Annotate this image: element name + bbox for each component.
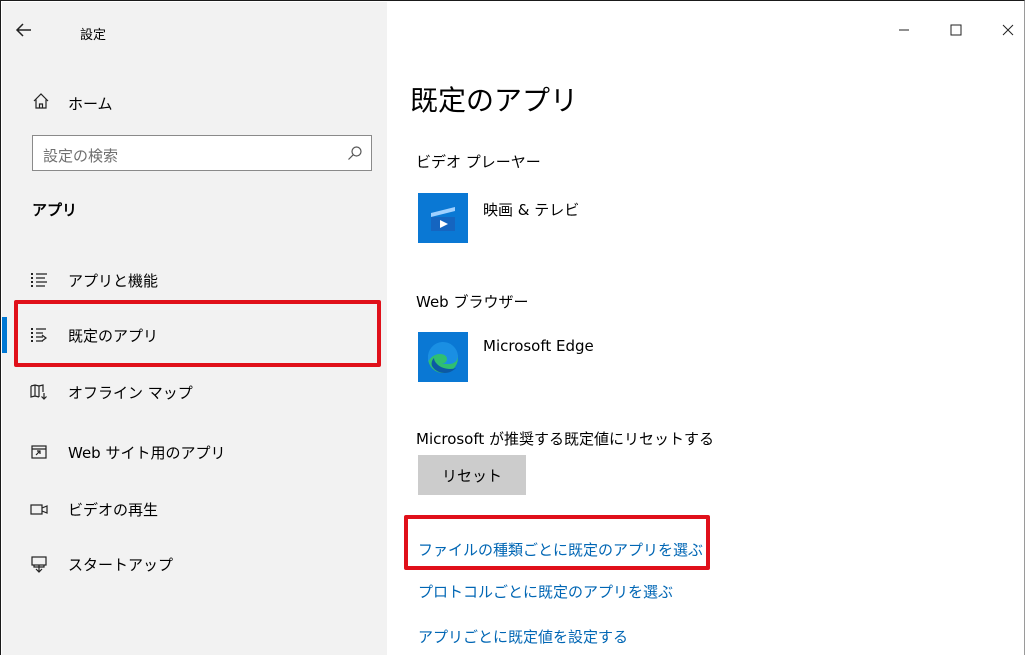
browser-header: Web ブラウザー xyxy=(416,293,529,311)
search-placeholder: 設定の検索 xyxy=(43,147,119,165)
back-arrow-icon[interactable] xyxy=(14,20,40,46)
sidebar-item-offline-maps[interactable]: オフライン マップ xyxy=(2,370,387,414)
sidebar-item-default-apps[interactable]: 既定のアプリ xyxy=(2,313,387,357)
sidebar-item-startup[interactable]: スタートアップ xyxy=(2,542,387,586)
settings-window: 設定 ホーム 設定の検索 アプリ アプリと機能 既定のアプリ オフライン マップ… xyxy=(0,0,1025,655)
movies-tv-app-tile[interactable] xyxy=(418,193,468,243)
home-icon xyxy=(32,92,50,110)
sidebar-item-website-apps[interactable]: Web サイト用のアプリ xyxy=(2,430,387,474)
choose-by-protocol-link[interactable]: プロトコルごとに既定のアプリを選ぶ xyxy=(418,581,673,602)
video-player-header: ビデオ プレーヤー xyxy=(416,153,541,171)
window-title: 設定 xyxy=(80,28,107,43)
sidebar-item-label: スタートアップ xyxy=(68,556,174,574)
sidebar: 設定 ホーム 設定の検索 アプリ アプリと機能 既定のアプリ オフライン マップ… xyxy=(2,2,387,655)
search-input[interactable]: 設定の検索 xyxy=(32,135,372,171)
movies-tv-label[interactable]: 映画 & テレビ xyxy=(483,199,579,220)
sidebar-item-apps-features[interactable]: アプリと機能 xyxy=(2,258,387,302)
sidebar-item-home[interactable]: ホーム xyxy=(2,82,387,122)
maximize-button[interactable] xyxy=(941,15,971,45)
selection-indicator xyxy=(2,317,7,353)
sidebar-item-label: 既定のアプリ xyxy=(68,327,159,345)
sidebar-item-label: Web サイト用のアプリ xyxy=(68,444,226,462)
minimize-button[interactable] xyxy=(889,15,919,45)
sidebar-item-video-playback[interactable]: ビデオの再生 xyxy=(2,487,387,531)
edge-app-tile[interactable] xyxy=(418,332,468,382)
sidebar-item-label: アプリと機能 xyxy=(68,272,159,290)
edge-label[interactable]: Microsoft Edge xyxy=(483,337,594,355)
search-icon xyxy=(347,145,363,161)
home-label: ホーム xyxy=(68,95,113,113)
section-header-apps: アプリ xyxy=(32,201,78,219)
page-title: 既定のアプリ xyxy=(410,84,579,117)
sidebar-item-label: ビデオの再生 xyxy=(68,501,159,519)
choose-by-file-type-link[interactable]: ファイルの種類ごとに既定のアプリを選ぶ xyxy=(418,539,703,560)
list-default-icon xyxy=(30,326,48,344)
open-external-icon xyxy=(30,443,48,461)
video-icon xyxy=(30,500,48,518)
reset-button[interactable]: リセット xyxy=(418,455,526,495)
sidebar-item-label: オフライン マップ xyxy=(68,384,193,402)
close-button[interactable] xyxy=(993,15,1023,45)
edge-icon xyxy=(418,332,468,382)
monitor-startup-icon xyxy=(30,555,48,573)
map-download-icon xyxy=(30,383,48,401)
movies-tv-icon xyxy=(418,193,468,243)
reset-description: Microsoft が推奨する既定値にリセットする xyxy=(416,430,715,448)
set-defaults-by-app-link[interactable]: アプリごとに既定値を設定する xyxy=(418,626,628,647)
list-icon xyxy=(30,271,48,289)
